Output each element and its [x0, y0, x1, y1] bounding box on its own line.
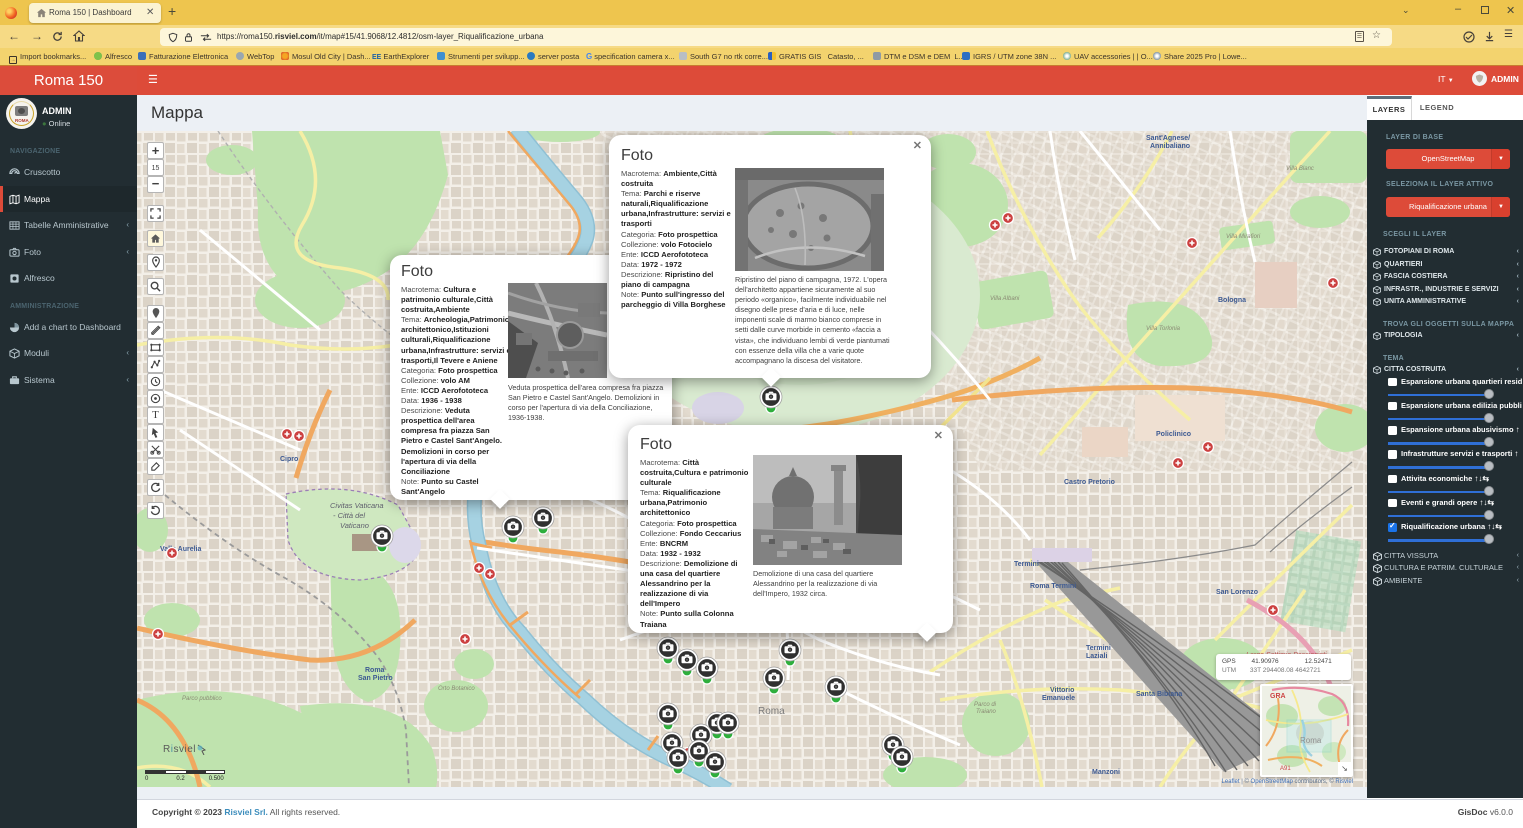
- svg-text:Roma: Roma: [1300, 736, 1322, 745]
- svg-text:A91: A91: [1280, 766, 1291, 772]
- svg-text:GRA: GRA: [1270, 693, 1286, 700]
